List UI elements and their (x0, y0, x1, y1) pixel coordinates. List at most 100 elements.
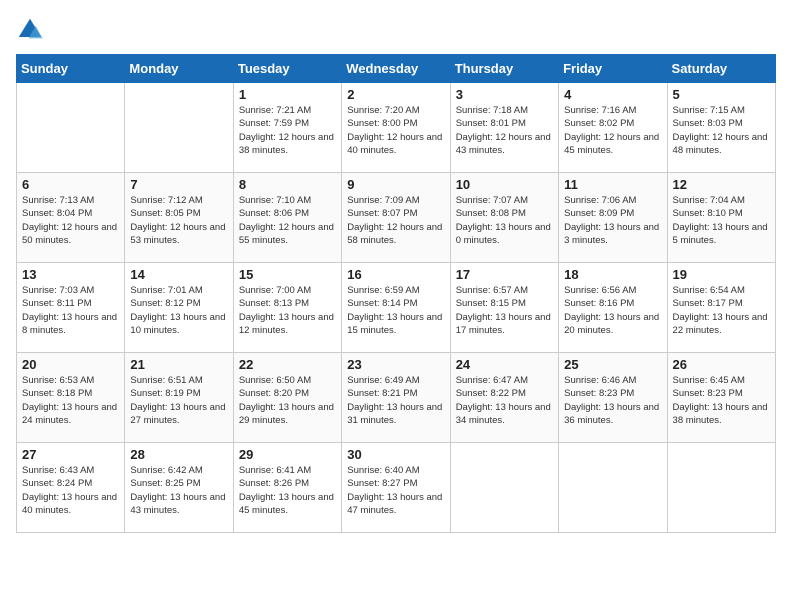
calendar-cell: 15Sunrise: 7:00 AMSunset: 8:13 PMDayligh… (233, 263, 341, 353)
day-info: Sunrise: 7:03 AMSunset: 8:11 PMDaylight:… (22, 284, 119, 337)
day-info: Sunrise: 6:43 AMSunset: 8:24 PMDaylight:… (22, 464, 119, 517)
day-number: 11 (564, 177, 661, 192)
day-number: 23 (347, 357, 444, 372)
day-info: Sunrise: 7:16 AMSunset: 8:02 PMDaylight:… (564, 104, 661, 157)
day-number: 9 (347, 177, 444, 192)
day-number: 14 (130, 267, 227, 282)
calendar-cell: 28 Sunrise: 6:42 AMSunset: 8:25 PMDayligh… (125, 443, 233, 533)
day-number: 21 (130, 357, 227, 372)
day-info: Sunrise: 7:20 AMSunset: 8:00 PMDaylight:… (347, 104, 444, 157)
calendar-cell (450, 443, 558, 533)
day-info: Sunrise: 6:51 AMSunset: 8:19 PMDaylight:… (130, 374, 227, 427)
day-info: Sunrise: 6:56 AMSunset: 8:16 PMDaylight:… (564, 284, 661, 337)
calendar-cell: 23 Sunrise: 6:49 AMSunset: 8:21 PMDayligh… (342, 353, 450, 443)
calendar-week-3: 13 Sunrise: 7:03 AMSunset: 8:11 PMDayligh… (17, 263, 776, 353)
weekday-header-row: Sunday Monday Tuesday Wednesday Thursday… (17, 55, 776, 83)
day-number: 28 (130, 447, 227, 462)
day-info: Sunrise: 6:49 AMSunset: 8:21 PMDaylight:… (347, 374, 444, 427)
calendar-cell: 26 Sunrise: 6:45 AMSunset: 8:23 PMDayligh… (667, 353, 775, 443)
calendar-cell: 16 Sunrise: 6:59 AMSunset: 8:14 PMDayligh… (342, 263, 450, 353)
day-number: 1 (239, 87, 336, 102)
day-number: 20 (22, 357, 119, 372)
calendar-cell: 24 Sunrise: 6:47 AMSunset: 8:22 PMDayligh… (450, 353, 558, 443)
day-info: Sunrise: 7:15 AMSunset: 8:03 PMDaylight:… (673, 104, 770, 157)
calendar-cell: 13 Sunrise: 7:03 AMSunset: 8:11 PMDayligh… (17, 263, 125, 353)
day-number: 19 (673, 267, 770, 282)
day-info: Sunrise: 7:04 AMSunset: 8:10 PMDaylight:… (673, 194, 770, 247)
day-number: 2 (347, 87, 444, 102)
calendar-cell (125, 83, 233, 173)
day-number: 22 (239, 357, 336, 372)
day-number: 7 (130, 177, 227, 192)
calendar-cell: 11 Sunrise: 7:06 AMSunset: 8:09 PMDayligh… (559, 173, 667, 263)
day-info: Sunrise: 6:50 AMSunset: 8:20 PMDaylight:… (239, 374, 336, 427)
calendar-cell (17, 83, 125, 173)
day-info: Sunrise: 7:21 AMSunset: 7:59 PMDaylight:… (239, 104, 336, 157)
calendar-cell: 30 Sunrise: 6:40 AMSunset: 8:27 PMDayligh… (342, 443, 450, 533)
calendar-week-5: 27 Sunrise: 6:43 AMSunset: 8:24 PMDayligh… (17, 443, 776, 533)
header-wednesday: Wednesday (342, 55, 450, 83)
day-info: Sunrise: 6:53 AMSunset: 8:18 PMDaylight:… (22, 374, 119, 427)
day-number: 24 (456, 357, 553, 372)
calendar-cell: 5 Sunrise: 7:15 AMSunset: 8:03 PMDaylight… (667, 83, 775, 173)
day-info: Sunrise: 6:42 AMSunset: 8:25 PMDaylight:… (130, 464, 227, 517)
day-number: 17 (456, 267, 553, 282)
calendar-cell: 7 Sunrise: 7:12 AMSunset: 8:05 PMDaylight… (125, 173, 233, 263)
day-info: Sunrise: 7:18 AMSunset: 8:01 PMDaylight:… (456, 104, 553, 157)
logo-icon (16, 16, 44, 44)
calendar-cell: 14 Sunrise: 7:01 AMSunset: 8:12 PMDayligh… (125, 263, 233, 353)
day-number: 13 (22, 267, 119, 282)
day-info: Sunrise: 6:45 AMSunset: 8:23 PMDaylight:… (673, 374, 770, 427)
day-number: 10 (456, 177, 553, 192)
day-number: 16 (347, 267, 444, 282)
day-number: 25 (564, 357, 661, 372)
calendar-cell (559, 443, 667, 533)
calendar-cell: 12 Sunrise: 7:04 AMSunset: 8:10 PMDayligh… (667, 173, 775, 263)
day-info: Sunrise: 6:40 AMSunset: 8:27 PMDaylight:… (347, 464, 444, 517)
day-info: Sunrise: 7:10 AMSunset: 8:06 PMDaylight:… (239, 194, 336, 247)
day-info: Sunrise: 6:47 AMSunset: 8:22 PMDaylight:… (456, 374, 553, 427)
day-info: Sunrise: 7:12 AMSunset: 8:05 PMDaylight:… (130, 194, 227, 247)
day-number: 18 (564, 267, 661, 282)
day-number: 27 (22, 447, 119, 462)
day-info: Sunrise: 7:06 AMSunset: 8:09 PMDaylight:… (564, 194, 661, 247)
header-saturday: Saturday (667, 55, 775, 83)
calendar-week-2: 6 Sunrise: 7:13 AMSunset: 8:04 PMDaylight… (17, 173, 776, 263)
calendar-cell: 17 Sunrise: 6:57 AMSunset: 8:15 PMDayligh… (450, 263, 558, 353)
calendar-cell: 20 Sunrise: 6:53 AMSunset: 8:18 PMDayligh… (17, 353, 125, 443)
calendar-cell: 21 Sunrise: 6:51 AMSunset: 8:19 PMDayligh… (125, 353, 233, 443)
calendar-cell: 25 Sunrise: 6:46 AMSunset: 8:23 PMDayligh… (559, 353, 667, 443)
day-number: 3 (456, 87, 553, 102)
day-info: Sunrise: 6:59 AMSunset: 8:14 PMDaylight:… (347, 284, 444, 337)
header-tuesday: Tuesday (233, 55, 341, 83)
day-number: 29 (239, 447, 336, 462)
day-info: Sunrise: 7:00 AMSunset: 8:13 PMDaylight:… (239, 284, 336, 337)
day-info: Sunrise: 7:07 AMSunset: 8:08 PMDaylight:… (456, 194, 553, 247)
day-number: 5 (673, 87, 770, 102)
header-sunday: Sunday (17, 55, 125, 83)
calendar-cell: 8 Sunrise: 7:10 AMSunset: 8:06 PMDaylight… (233, 173, 341, 263)
day-info: Sunrise: 6:41 AMSunset: 8:26 PMDaylight:… (239, 464, 336, 517)
day-info: Sunrise: 7:13 AMSunset: 8:04 PMDaylight:… (22, 194, 119, 247)
day-info: Sunrise: 6:46 AMSunset: 8:23 PMDaylight:… (564, 374, 661, 427)
calendar-cell: 6 Sunrise: 7:13 AMSunset: 8:04 PMDaylight… (17, 173, 125, 263)
day-number: 8 (239, 177, 336, 192)
day-info: Sunrise: 7:09 AMSunset: 8:07 PMDaylight:… (347, 194, 444, 247)
calendar-cell: 9 Sunrise: 7:09 AMSunset: 8:07 PMDaylight… (342, 173, 450, 263)
calendar-cell: 10 Sunrise: 7:07 AMSunset: 8:08 PMDayligh… (450, 173, 558, 263)
header-monday: Monday (125, 55, 233, 83)
calendar-cell: 18 Sunrise: 6:56 AMSunset: 8:16 PMDayligh… (559, 263, 667, 353)
day-number: 30 (347, 447, 444, 462)
day-info: Sunrise: 6:54 AMSunset: 8:17 PMDaylight:… (673, 284, 770, 337)
day-number: 12 (673, 177, 770, 192)
calendar-cell (667, 443, 775, 533)
calendar-cell: 19 Sunrise: 6:54 AMSunset: 8:17 PMDayligh… (667, 263, 775, 353)
day-info: Sunrise: 6:57 AMSunset: 8:15 PMDaylight:… (456, 284, 553, 337)
header-thursday: Thursday (450, 55, 558, 83)
day-number: 26 (673, 357, 770, 372)
calendar-cell: 2 Sunrise: 7:20 AMSunset: 8:00 PMDaylight… (342, 83, 450, 173)
day-number: 6 (22, 177, 119, 192)
calendar-cell: 1 Sunrise: 7:21 AMSunset: 7:59 PMDaylight… (233, 83, 341, 173)
day-info: Sunrise: 7:01 AMSunset: 8:12 PMDaylight:… (130, 284, 227, 337)
day-number: 4 (564, 87, 661, 102)
